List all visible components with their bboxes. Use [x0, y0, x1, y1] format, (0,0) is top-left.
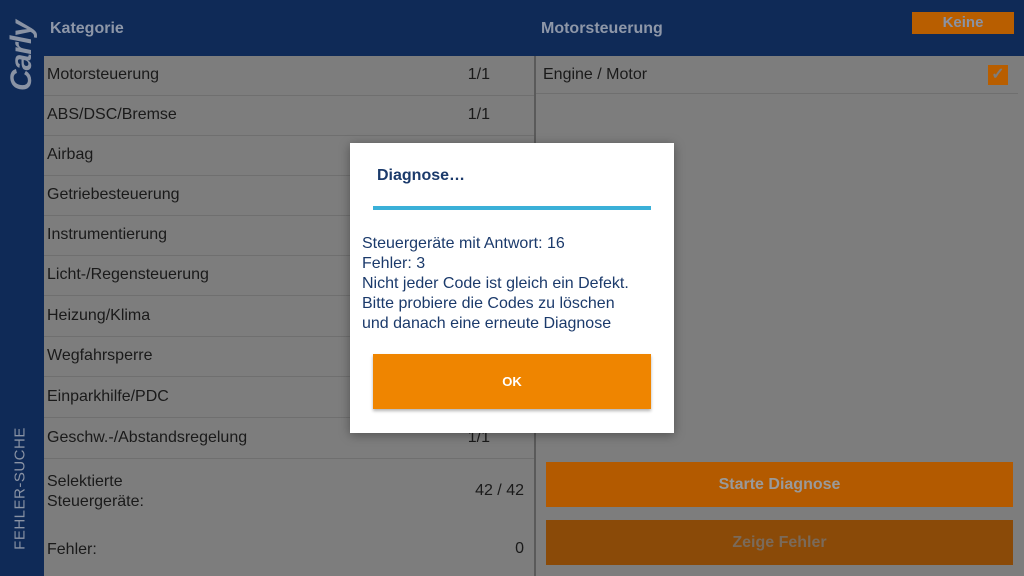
ecu-label: Engine / Motor	[543, 66, 648, 83]
category-count: 1/1	[467, 106, 490, 123]
category-label: Wegfahrsperre	[47, 347, 153, 364]
dialog-message-line: Bitte probiere die Codes zu löschen	[362, 295, 615, 312]
ecu-row-engine[interactable]: Engine / Motor ✓	[536, 56, 1018, 94]
ecu-header-title: Motorsteuerung	[541, 20, 663, 37]
diagnosis-progress-bar	[373, 206, 651, 210]
errors-label: Fehler:	[47, 541, 97, 558]
dialog-message-line: Nicht jeder Code ist gleich ein Defekt.	[362, 275, 629, 292]
category-label: Einparkhilfe/PDC	[47, 388, 169, 405]
selected-ecus-summary: Selektierte Steuergeräte: 42 / 42	[44, 470, 534, 514]
selected-ecus-label-line1: Selektierte	[47, 473, 123, 490]
category-label: ABS/DSC/Bremse	[47, 106, 177, 123]
side-tab-fehler-suche[interactable]: FEHLER-SUCHE	[12, 419, 29, 559]
dialog-message-line: Fehler: 3	[362, 255, 426, 272]
category-count: 1/1	[467, 66, 490, 83]
ecu-checkbox[interactable]: ✓	[988, 65, 1008, 85]
dialog-title: Diagnose…	[377, 167, 466, 184]
start-diagnosis-button[interactable]: Starte Diagnose	[546, 462, 1013, 507]
category-label: Instrumentierung	[47, 226, 168, 243]
ok-button[interactable]: OK	[373, 354, 651, 409]
header-bar: Kategorie Motorsteuerung Keine	[44, 0, 1024, 56]
category-header-title: Kategorie	[50, 20, 124, 37]
errors-value: 0	[515, 540, 524, 557]
dialog-message-line: und danach eine erneute Diagnose	[362, 315, 612, 332]
dialog-message-line: Steuergeräte mit Antwort: 16	[362, 235, 565, 252]
category-label: Airbag	[47, 146, 94, 163]
diagnosis-progress-fill	[373, 206, 651, 210]
category-label: Motorsteuerung	[47, 66, 160, 83]
category-label: Getriebesteuerung	[47, 186, 180, 203]
category-label: Licht-/Regensteuerung	[47, 266, 209, 283]
selected-ecus-value: 42 / 42	[475, 482, 524, 499]
carly-logo: Carly	[5, 20, 38, 91]
category-label: Heizung/Klima	[47, 307, 151, 324]
side-navigation-bar: Carly FEHLER-SUCHE	[0, 0, 44, 576]
dialog-message: Steuergeräte mit Antwort: 16 Fehler: 3 N…	[362, 234, 662, 332]
diagnosis-dialog: Diagnose… Steuergeräte mit Antwort: 16 F…	[350, 143, 674, 433]
category-row-abs[interactable]: ABS/DSC/Bremse 1/1	[44, 96, 534, 136]
show-errors-button[interactable]: Zeige Fehler	[546, 520, 1013, 565]
selected-ecus-label-line2: Steuergeräte:	[47, 493, 144, 510]
deselect-all-button[interactable]: Keine	[912, 12, 1014, 34]
category-row-motorsteuerung[interactable]: Motorsteuerung 1/1	[44, 56, 534, 96]
category-label: Geschw.-/Abstandsregelung	[47, 429, 248, 446]
errors-summary: Fehler: 0	[44, 538, 534, 562]
